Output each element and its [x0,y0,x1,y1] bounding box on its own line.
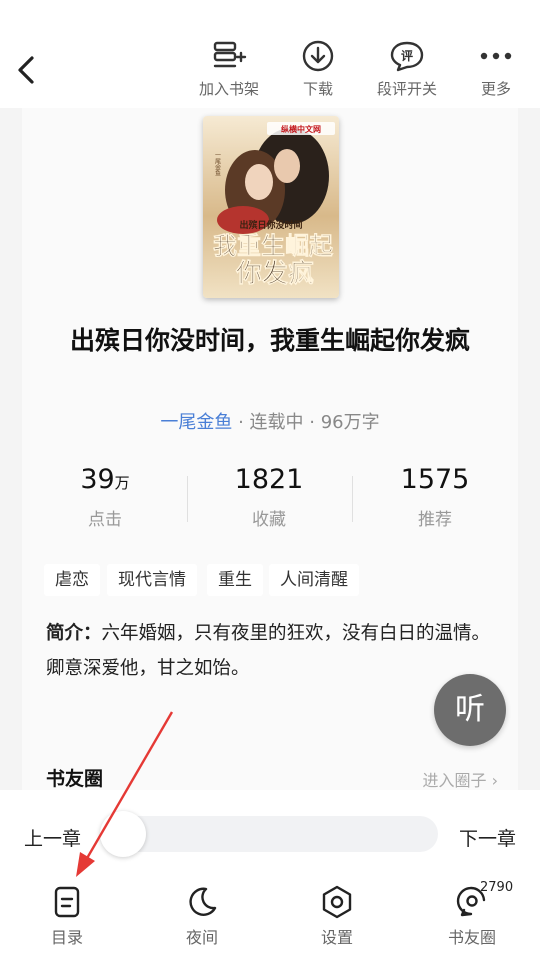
stat-favorites: 1821 收藏 [189,464,349,530]
top-bar: 加入书架 下载 评 段评开关 更多 [0,0,540,109]
book-circle-count-badge: 2790 [480,880,514,895]
cover-title-line3: 你发疯 [235,258,314,289]
book-title: 出殡日你没时间，我重生崛起你发疯 [69,326,470,355]
cover-publisher: 纵横中文网 [281,124,321,134]
tag-item[interactable]: 人间清醒 [269,564,359,596]
nav-night-label: 夜间 [185,928,218,947]
nav-catalog-label: 目录 [50,928,83,947]
stat-recommends-label: 推荐 [418,510,452,530]
nav-settings-label: 设置 [320,928,353,947]
add-bookshelf-button[interactable]: 加入书架 [191,36,267,102]
stat-divider [187,476,188,522]
comment-toggle-label: 段评开关 [376,80,437,98]
back-button[interactable] [12,50,42,90]
download-icon [298,36,338,76]
book-status-words: · 连载中 · 96万字 [232,412,380,433]
enter-circle-link[interactable]: 进入圈子 › [423,767,499,790]
intro-label: 简介： [46,623,102,644]
comment-toggle-icon: 评 [387,36,427,76]
stat-clicks-value: 39 [80,464,115,495]
chevron-left-icon [18,56,34,84]
comment-toggle-button[interactable]: 评 段评开关 [369,36,445,102]
author-link[interactable]: 一尾金鱼 [160,412,232,433]
tag-item[interactable]: 重生 [207,564,263,596]
stat-recommends: 1575 推荐 [355,464,515,530]
stat-recommends-value: 1575 [400,464,470,495]
slider-thumb[interactable] [100,811,146,857]
add-bookshelf-label: 加入书架 [198,80,259,98]
cover-title-line1: 出殡日你没时间 [239,219,302,231]
listen-button[interactable]: 听 [434,674,506,746]
nav-book-circle-label: 书友圈 [447,928,496,947]
stat-favorites-label: 收藏 [252,510,286,530]
tag-item[interactable]: 现代言情 [107,564,197,596]
cover-title-line2: 我重生崛起 [213,231,334,260]
nav-catalog[interactable]: 目录 [17,884,117,948]
svg-text:评: 评 [401,49,413,63]
book-meta: 一尾金鱼 · 连载中 · 96万字 [22,408,518,434]
cover-author-mark: 一尾金鱼 [214,152,221,176]
more-label: 更多 [480,80,511,98]
nav-settings[interactable]: 设置 [287,884,387,948]
book-cover[interactable]: 纵横中文网 一尾金鱼 出殡日你没时间 我重生崛起 你发疯 [203,116,339,298]
book-circle-title: 书友圈 [46,768,104,790]
stat-clicks-unit: 万 [114,474,130,492]
intro-line1: 六年婚姻，只有夜里的狂欢，没有白日的温情。 [101,623,491,644]
download-label: 下载 [302,80,333,98]
next-chapter-button[interactable]: 下一章 [459,824,516,851]
catalog-icon [49,884,85,920]
more-button[interactable]: 更多 [458,36,534,102]
stat-clicks-label: 点击 [88,510,122,530]
stat-divider [352,476,353,522]
stat-favorites-value: 1821 [234,464,304,495]
tag-item[interactable]: 虐恋 [44,564,100,596]
moon-icon [184,884,220,920]
more-icon [476,36,516,76]
prev-chapter-button[interactable]: 上一章 [24,824,81,851]
book-circle-section: 书友圈 进入圈子 › [46,764,498,790]
nav-night-mode[interactable]: 夜间 [152,884,252,948]
stat-clicks: 39万 点击 [25,464,185,530]
chapter-progress-slider[interactable] [100,811,438,857]
intro-line2: 卿意深爱他，甘之如饴。 [46,658,250,679]
settings-icon [319,884,355,920]
download-button[interactable]: 下载 [280,36,356,102]
add-bookshelf-icon [209,36,249,76]
book-intro: 简介：六年婚姻，只有夜里的狂欢，没有白日的温情。 卿意深爱他，甘之如饴。 [46,616,506,686]
